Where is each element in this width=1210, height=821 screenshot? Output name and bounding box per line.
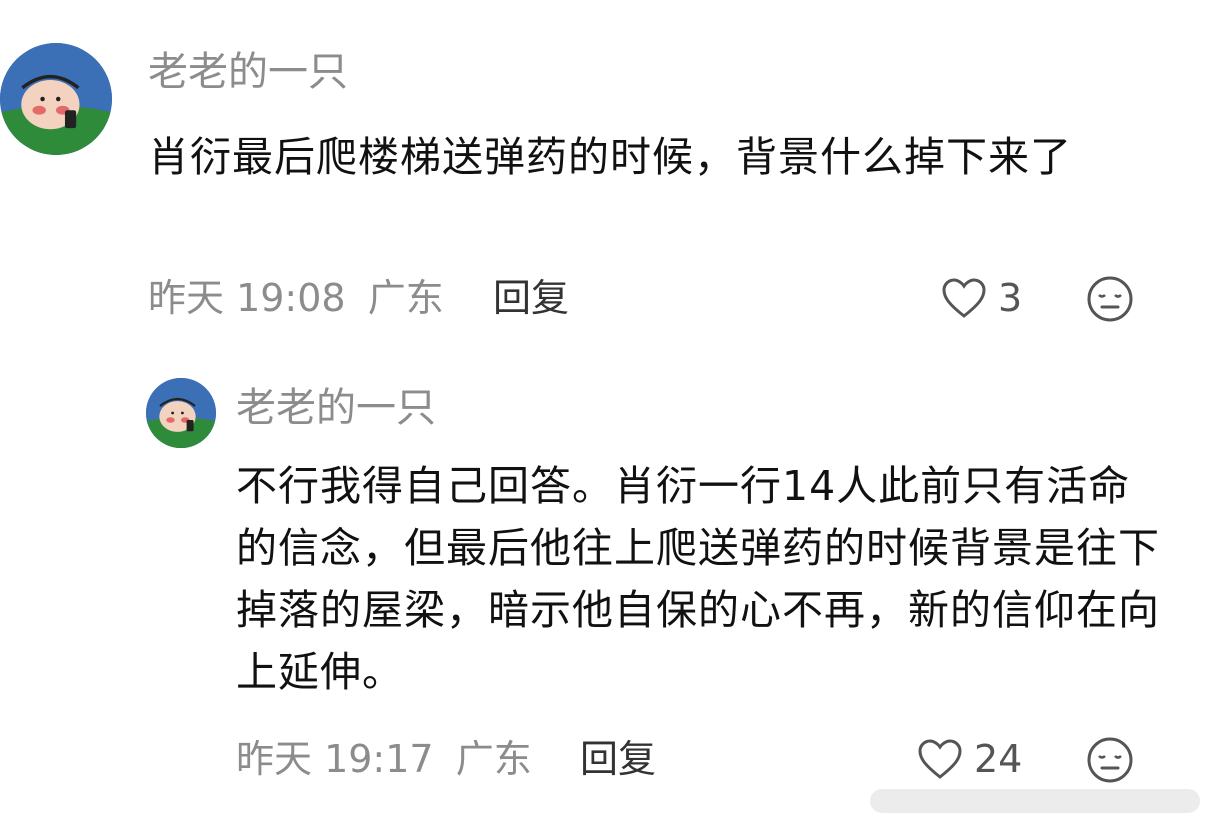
heart-outline-icon: [918, 739, 962, 779]
reply-button[interactable]: 回复: [493, 275, 569, 321]
comment-location: 广东: [455, 737, 532, 781]
like-count: 24: [974, 737, 1023, 781]
avatar-image: [146, 378, 216, 448]
like-count: 3: [998, 276, 1023, 320]
avatar-image: [0, 43, 112, 155]
comment-meta: 昨天 19:17 广东: [236, 736, 532, 782]
neutral-face-icon[interactable]: [1086, 275, 1134, 323]
comment-username[interactable]: 老老的一只: [236, 384, 436, 432]
comment-time: 昨天 19:17: [236, 737, 434, 781]
comment-location: 广东: [367, 276, 444, 320]
comment-username[interactable]: 老老的一只: [148, 48, 348, 96]
like-button[interactable]: 24: [916, 736, 1022, 782]
avatar[interactable]: [0, 43, 112, 155]
comment-text: 不行我得自己回答。肖衍一行14人此前只有活命的信念，但最后他往上爬送弹药的时候背…: [236, 462, 1160, 696]
comment-meta: 昨天 19:08 广东: [148, 275, 444, 321]
like-button[interactable]: 3: [940, 275, 1022, 321]
neutral-face-icon[interactable]: [1086, 736, 1134, 784]
heart-outline-icon: [942, 278, 986, 318]
watermark: [870, 789, 1200, 813]
reply-button[interactable]: 回复: [580, 736, 656, 782]
comment-text: 肖衍最后爬楼梯送弹药的时候，背景什么掉下来了: [148, 133, 1072, 181]
avatar[interactable]: [146, 378, 216, 448]
comment-time: 昨天 19:08: [148, 276, 346, 320]
